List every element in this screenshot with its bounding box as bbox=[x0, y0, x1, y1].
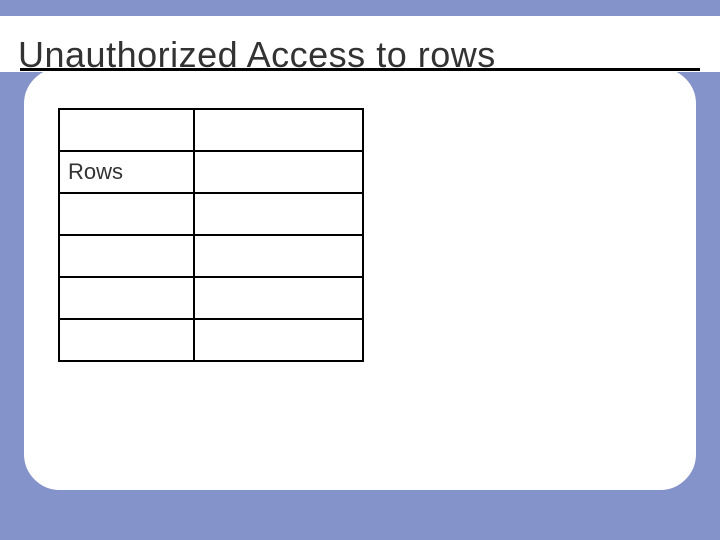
cell-label: Rows bbox=[59, 151, 194, 193]
table-row bbox=[59, 109, 363, 151]
table-row: Rows bbox=[59, 151, 363, 193]
cell-label bbox=[59, 109, 194, 151]
table-row bbox=[59, 193, 363, 235]
cell-value bbox=[194, 109, 363, 151]
cell-value bbox=[194, 151, 363, 193]
title-strip: Unauthorized Access to rows bbox=[0, 16, 720, 72]
table-row bbox=[59, 235, 363, 277]
cell-label bbox=[59, 235, 194, 277]
cell-value bbox=[194, 319, 363, 361]
title-underline bbox=[20, 68, 700, 71]
cell-label bbox=[59, 193, 194, 235]
cell-value bbox=[194, 193, 363, 235]
rows-table: Rows bbox=[58, 108, 364, 362]
cell-label bbox=[59, 319, 194, 361]
cell-value bbox=[194, 235, 363, 277]
cell-value bbox=[194, 277, 363, 319]
table-row bbox=[59, 319, 363, 361]
cell-label bbox=[59, 277, 194, 319]
table-row bbox=[59, 277, 363, 319]
